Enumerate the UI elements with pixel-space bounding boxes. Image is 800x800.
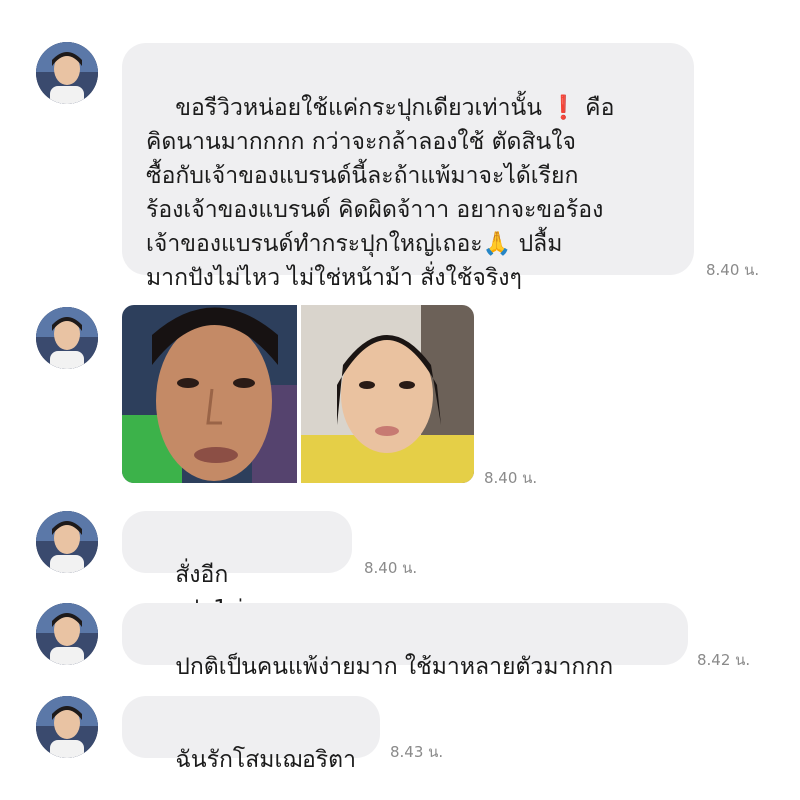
message-time: 8.40 น. <box>484 469 538 487</box>
before-photo[interactable] <box>122 305 297 483</box>
sender-avatar[interactable] <box>36 307 98 369</box>
sender-avatar[interactable] <box>36 511 98 573</box>
message-time: 8.43 น. <box>390 743 444 761</box>
photo-attachment-group[interactable] <box>122 305 474 483</box>
message-time: 8.42 น. <box>697 651 751 669</box>
message-bubble[interactable]: สั่งอีกกระปุก1ค่ะ <box>122 511 352 622</box>
message-text: ฉันรักโสมเฌอริตา <box>175 747 357 773</box>
after-photo[interactable] <box>301 305 474 483</box>
sender-avatar[interactable] <box>36 696 98 758</box>
chat-thread: ขอรีวิวหน่อยใช้แค่กระปุกเดียวเท่านั้น ❗ … <box>0 0 800 800</box>
message-text: ปกติเป็นคนแพ้ง่ายมาก ใช้มาหลายตัวมากกก <box>175 654 614 680</box>
sender-avatar[interactable] <box>36 603 98 665</box>
message-text: ขอรีวิวหน่อยใช้แค่กระปุกเดียวเท่านั้น ❗ … <box>146 95 615 291</box>
message-bubble[interactable]: ขอรีวิวหน่อยใช้แค่กระปุกเดียวเท่านั้น ❗ … <box>122 43 694 291</box>
message-bubble[interactable]: ฉันรักโสมเฌอริตา <box>122 696 380 773</box>
message-time: 8.40 น. <box>706 261 760 279</box>
sender-avatar[interactable] <box>36 42 98 104</box>
message-bubble[interactable]: ปกติเป็นคนแพ้ง่ายมาก ใช้มาหลายตัวมากกก <box>122 603 688 680</box>
message-time: 8.40 น. <box>364 559 418 577</box>
